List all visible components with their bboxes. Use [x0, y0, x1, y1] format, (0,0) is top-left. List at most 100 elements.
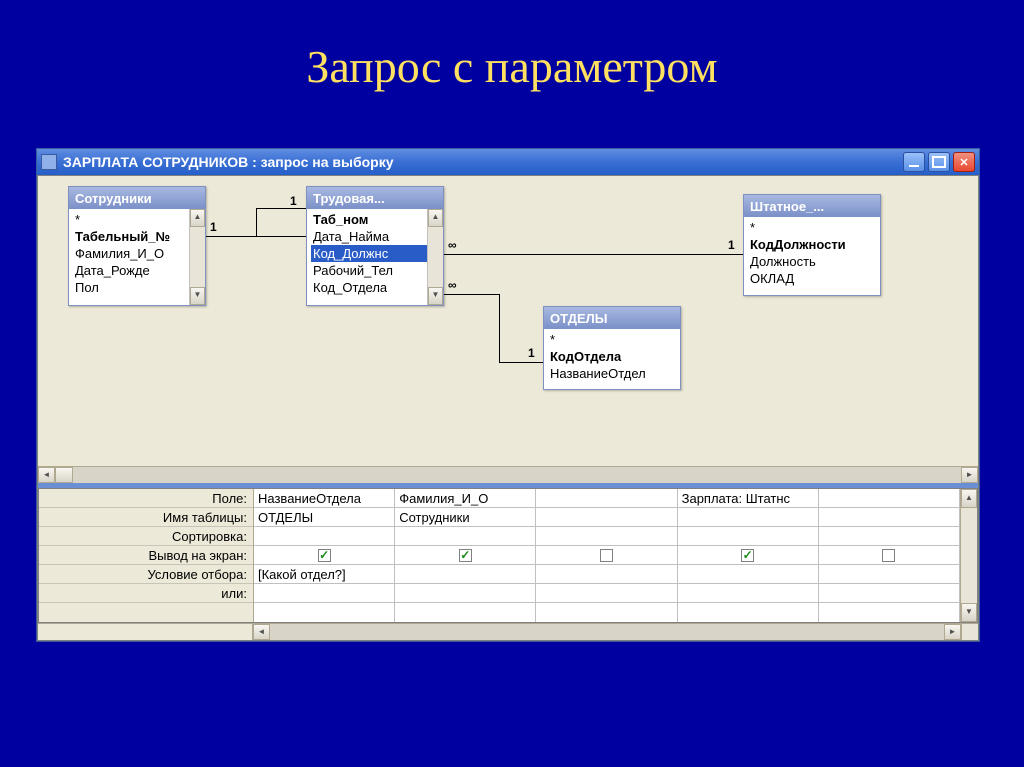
window-controls [903, 152, 975, 172]
field[interactable]: * [548, 331, 678, 348]
grid-cell[interactable] [678, 527, 818, 546]
query-design-area: Сотрудники * Табельный_№ Фамилия_И_О Дат… [37, 175, 979, 641]
table-employees[interactable]: Сотрудники * Табельный_№ Фамилия_И_О Дат… [68, 186, 206, 306]
app-icon [41, 154, 57, 170]
show-checkbox[interactable] [741, 549, 754, 562]
scroll-track[interactable] [270, 624, 944, 640]
relation-label-one: 1 [528, 346, 535, 360]
field-key[interactable]: КодДолжности [748, 236, 878, 253]
field-key[interactable]: Табельный_№ [73, 228, 203, 245]
grid-row-labels: Поле: Имя таблицы: Сортировка: Вывод на … [39, 489, 254, 622]
grid-cell[interactable] [819, 584, 959, 603]
table-staff-title[interactable]: Штатное_... [744, 195, 880, 217]
grid-cell[interactable] [678, 508, 818, 527]
scroll-left-button[interactable]: ◄ [253, 624, 270, 640]
grid-cell[interactable] [395, 584, 535, 603]
titlebar[interactable]: ЗАРПЛАТА СОТРУДНИКОВ : запрос на выборку [37, 149, 979, 175]
grid-hscrollbar[interactable]: ◄ ► [38, 623, 978, 640]
relation-line [444, 294, 499, 295]
relation-line [499, 362, 543, 363]
grid-cell[interactable] [819, 527, 959, 546]
scroll-thumb[interactable] [55, 467, 73, 483]
grid-column: Фамилия_И_ОСотрудники [395, 489, 536, 622]
grid-cell[interactable] [819, 565, 959, 584]
field-key[interactable]: КодОтдела [548, 348, 678, 365]
scroll-track[interactable] [73, 467, 961, 483]
relation-line [256, 208, 257, 237]
field[interactable]: Должность [748, 253, 878, 270]
grid-cell[interactable] [395, 565, 535, 584]
relation-line [256, 208, 306, 209]
table-departments-title[interactable]: ОТДЕЛЫ [544, 307, 680, 329]
field[interactable]: Пол [73, 279, 203, 296]
field[interactable]: Фамилия_И_О [73, 245, 203, 262]
grid-cell[interactable]: [Какой отдел?] [254, 565, 394, 584]
field[interactable]: Дата_Рожде [73, 262, 203, 279]
query-grid: Поле: Имя таблицы: Сортировка: Вывод на … [38, 488, 978, 623]
grid-cell-show[interactable] [678, 546, 818, 565]
scroll-right-button[interactable]: ► [944, 624, 961, 640]
grid-cell-show[interactable] [395, 546, 535, 565]
row-label-sort: Сортировка: [39, 527, 253, 546]
grid-cell[interactable] [254, 527, 394, 546]
grid-cell[interactable] [678, 584, 818, 603]
row-label-or: или: [39, 584, 253, 603]
grid-vscrollbar[interactable] [960, 489, 977, 622]
field[interactable]: * [73, 211, 203, 228]
grid-cell[interactable] [819, 508, 959, 527]
grid-cell[interactable] [536, 565, 676, 584]
field[interactable]: ОКЛАД [748, 270, 878, 287]
row-label-table: Имя таблицы: [39, 508, 253, 527]
grid-cell[interactable]: Сотрудники [395, 508, 535, 527]
slide-title: Запрос с параметром [0, 0, 1024, 118]
close-button[interactable] [953, 152, 975, 172]
table-scrollbar[interactable] [427, 209, 443, 305]
show-checkbox[interactable] [459, 549, 472, 562]
grid-cell[interactable]: Зарплата: Штатнс [678, 489, 818, 508]
relation-label-many: ∞ [448, 278, 457, 292]
relation-label-many: ∞ [448, 238, 457, 252]
relationship-diagram[interactable]: Сотрудники * Табельный_№ Фамилия_И_О Дат… [38, 176, 978, 466]
field[interactable]: НазваниеОтдел [548, 365, 678, 382]
grid-cell[interactable] [395, 527, 535, 546]
row-label-field: Поле: [39, 489, 253, 508]
show-checkbox[interactable] [882, 549, 895, 562]
grid-cell[interactable] [254, 584, 394, 603]
show-checkbox[interactable] [318, 549, 331, 562]
grid-cell[interactable] [819, 489, 959, 508]
grid-columns: НазваниеОтделаОТДЕЛЫ[Какой отдел?]Фамили… [254, 489, 960, 622]
grid-cell[interactable]: НазваниеОтдела [254, 489, 394, 508]
grid-cell-show[interactable] [536, 546, 676, 565]
table-employees-title[interactable]: Сотрудники [69, 187, 205, 209]
field-key[interactable]: Таб_ном [311, 211, 441, 228]
grid-column [819, 489, 960, 622]
field[interactable]: Код_Отдела [311, 279, 441, 296]
table-labor-title[interactable]: Трудовая... [307, 187, 443, 209]
scroll-left-button[interactable]: ◄ [38, 467, 55, 483]
diagram-hscrollbar[interactable]: ◄ ► [38, 466, 978, 483]
grid-cell[interactable] [536, 508, 676, 527]
show-checkbox[interactable] [600, 549, 613, 562]
grid-cell[interactable] [678, 565, 818, 584]
field-selected[interactable]: Код_Должнс [311, 245, 441, 262]
row-label-criteria: Условие отбора: [39, 565, 253, 584]
field[interactable]: Рабочий_Тел [311, 262, 441, 279]
grid-column [536, 489, 677, 622]
table-labor[interactable]: Трудовая... Таб_ном Дата_Найма Код_Должн… [306, 186, 444, 306]
grid-cell[interactable] [536, 527, 676, 546]
grid-cell[interactable] [536, 489, 676, 508]
window-title: ЗАРПЛАТА СОТРУДНИКОВ : запрос на выборку [63, 154, 903, 170]
grid-cell-show[interactable] [254, 546, 394, 565]
grid-cell[interactable] [536, 584, 676, 603]
minimize-button[interactable] [903, 152, 925, 172]
table-departments[interactable]: ОТДЕЛЫ * КодОтдела НазваниеОтдел [543, 306, 681, 390]
grid-cell-show[interactable] [819, 546, 959, 565]
maximize-button[interactable] [928, 152, 950, 172]
grid-cell[interactable]: Фамилия_И_О [395, 489, 535, 508]
field[interactable]: Дата_Найма [311, 228, 441, 245]
scroll-right-button[interactable]: ► [961, 467, 978, 483]
table-staff[interactable]: Штатное_... * КодДолжности Должность ОКЛ… [743, 194, 881, 296]
grid-cell[interactable]: ОТДЕЛЫ [254, 508, 394, 527]
field[interactable]: * [748, 219, 878, 236]
table-scrollbar[interactable] [189, 209, 205, 305]
